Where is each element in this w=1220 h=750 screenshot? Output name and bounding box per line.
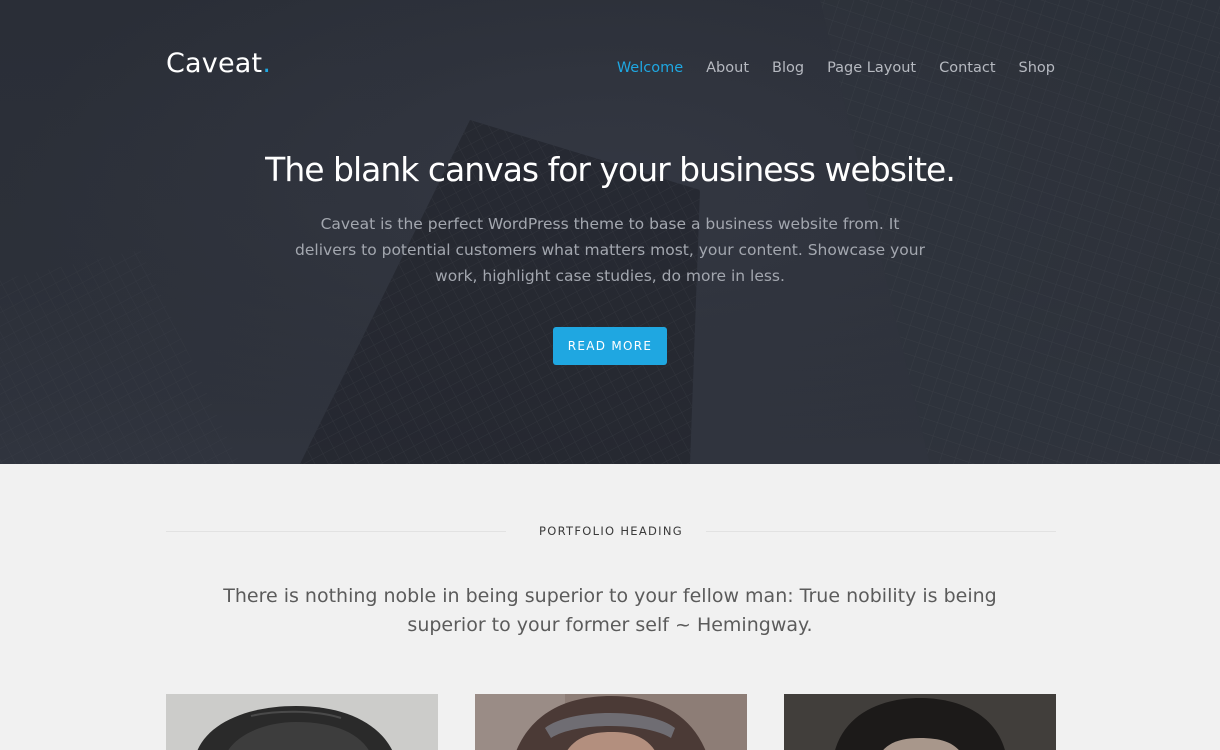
portfolio-item-3[interactable] [784,694,1056,750]
portrait-photo-dark-hair [784,694,1056,750]
portfolio-item-1[interactable] [166,694,438,750]
portfolio-heading: PORTFOLIO HEADING [166,524,1056,538]
hero-description: Caveat is the perfect WordPress theme to… [295,215,925,285]
hero-content: The blank canvas for your business websi… [0,150,1220,365]
nav-item-page-layout[interactable]: Page Layout [827,60,916,76]
portfolio-quote: There is nothing noble in being superior… [223,585,997,636]
logo-text: Caveat [166,48,263,79]
portrait-photo-hat [166,694,438,750]
hero-title: The blank canvas for your business websi… [265,150,956,189]
site-logo[interactable]: Caveat. [166,48,271,79]
portfolio-section: PORTFOLIO HEADING There is nothing noble… [0,464,1220,750]
nav-item-contact[interactable]: Contact [939,60,995,76]
nav-item-shop[interactable]: Shop [1019,60,1055,76]
main-nav: Welcome About Blog Page Layout Contact S… [594,60,1055,76]
read-more-button[interactable]: READ MORE [552,327,668,365]
portfolio-grid [166,694,1056,750]
nav-item-about[interactable]: About [706,60,749,76]
site-header: Caveat. Welcome About Blog Page Layout C… [0,0,1220,130]
nav-item-blog[interactable]: Blog [772,60,804,76]
heading-divider-right [706,531,1056,532]
nav-item-welcome[interactable]: Welcome [617,60,683,76]
portfolio-item-2[interactable] [475,694,747,750]
logo-dot: . [262,48,272,79]
portrait-photo-bandana [475,694,747,750]
hero-section: Caveat. Welcome About Blog Page Layout C… [0,0,1220,464]
